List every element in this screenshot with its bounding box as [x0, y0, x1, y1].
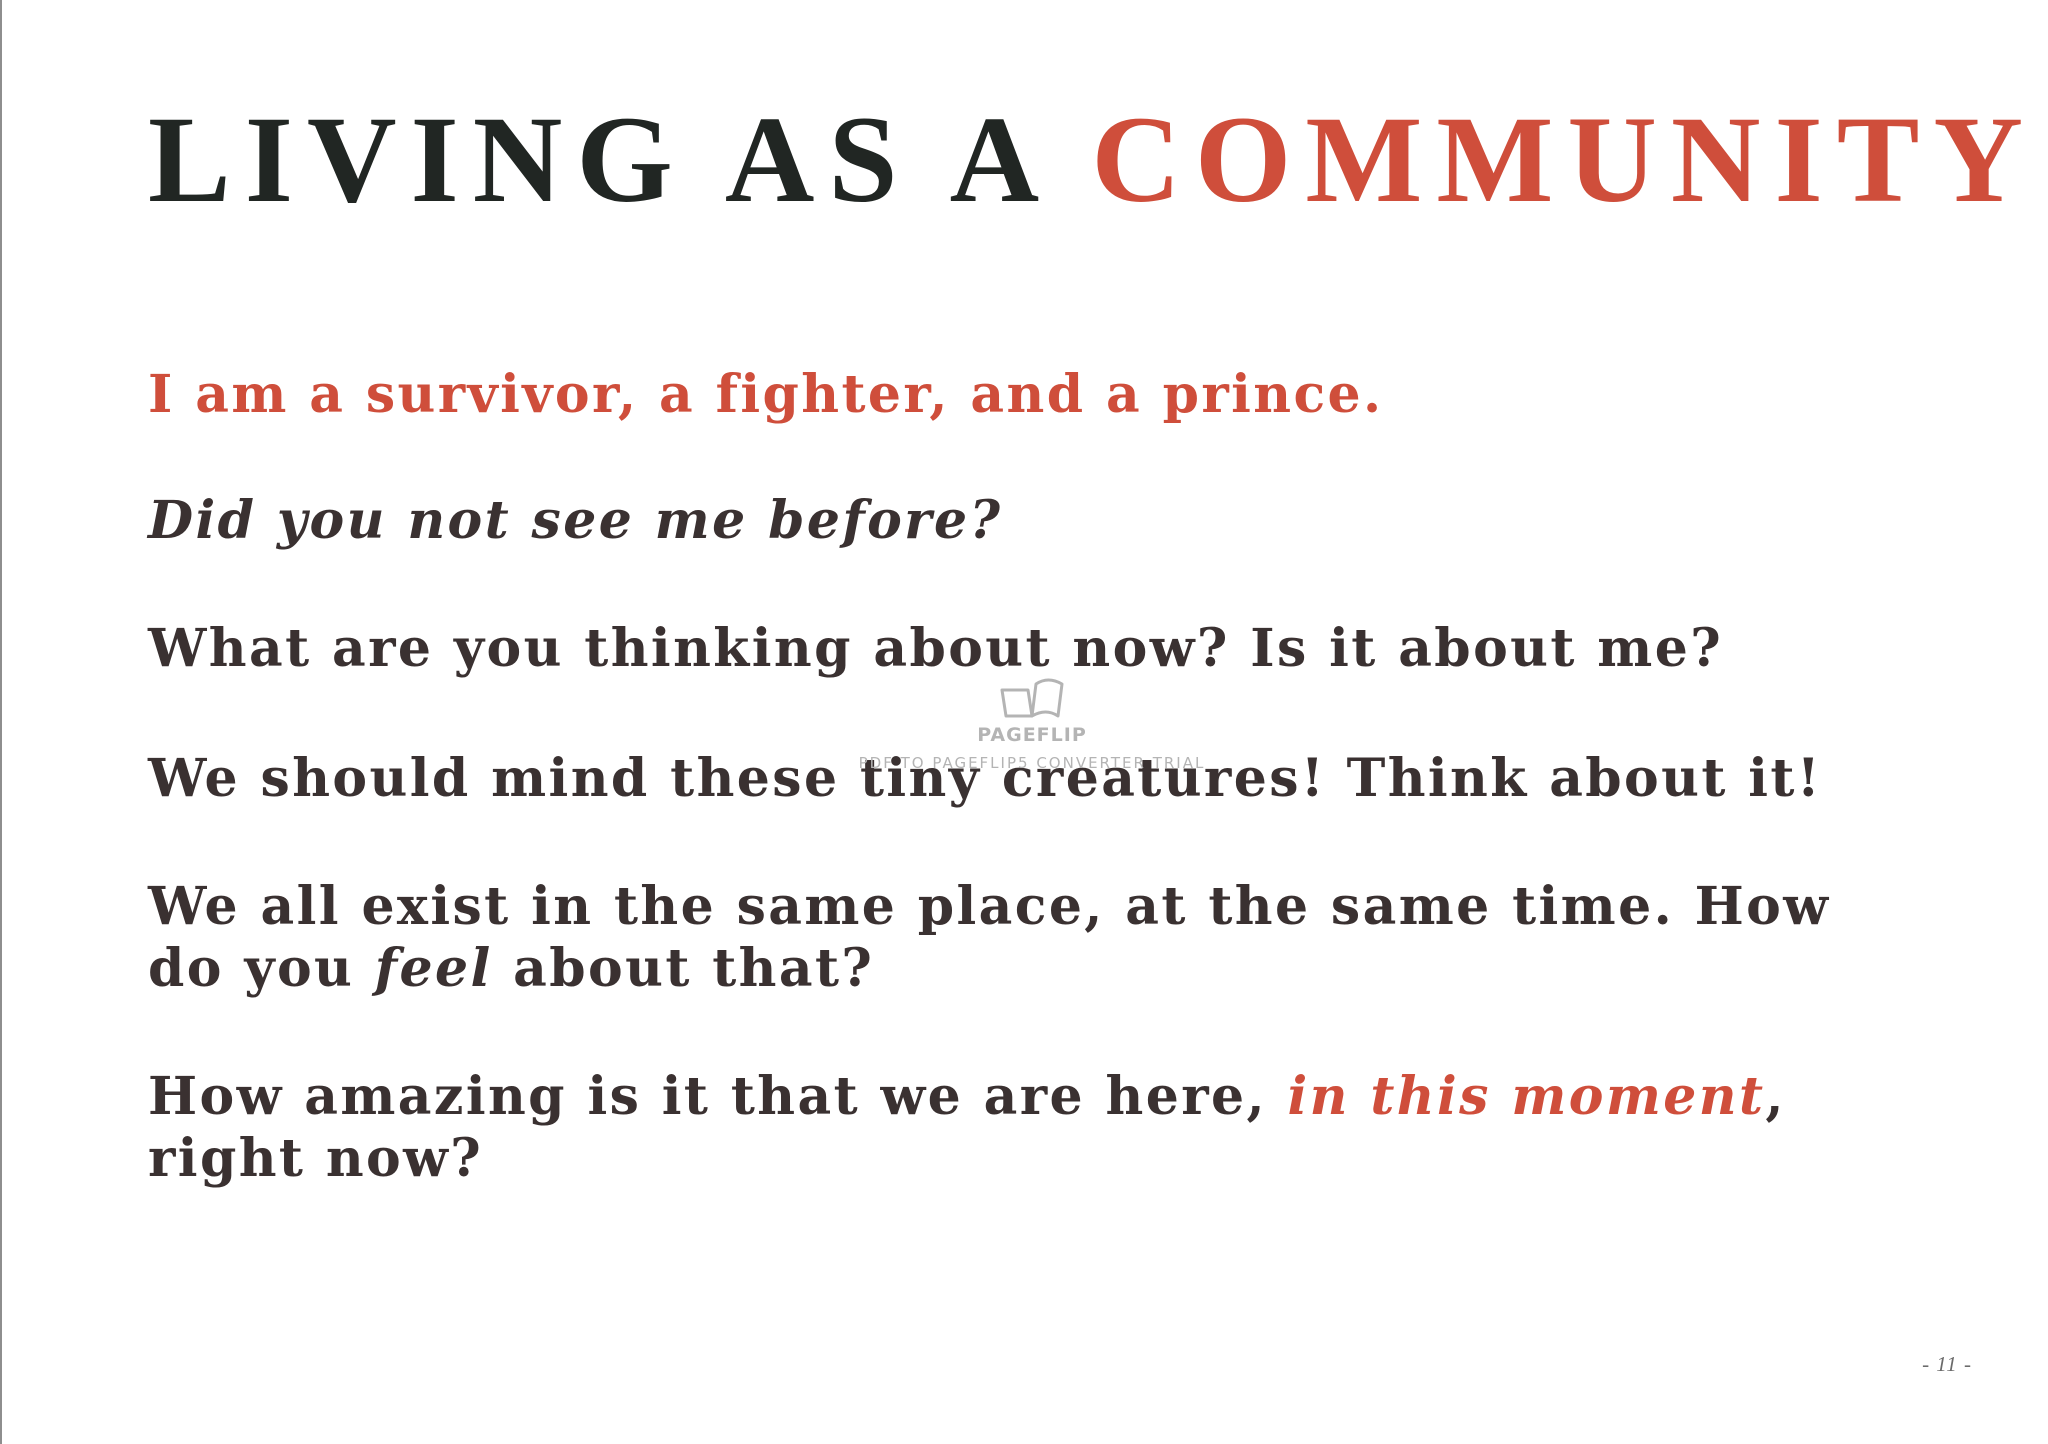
page-number: - 11 -	[1922, 1352, 1972, 1376]
p6-text-before: How amazing is it that we are here,	[148, 1066, 1288, 1127]
title-accent: COMMUNITY	[1091, 91, 2037, 228]
pageflip-watermark: PAGEFLIP PDF TO PAGEFLIP5 CONVERTER TRIA…	[852, 678, 1212, 772]
watermark-subtitle: PDF TO PAGEFLIP5 CONVERTER TRIAL	[858, 754, 1206, 772]
p6-emphasis: in this moment	[1287, 1066, 1766, 1127]
page-title: LIVING AS A COMMUNITY	[148, 98, 2037, 222]
p5-emphasis: feel	[374, 938, 493, 999]
paragraph-see-me: Did you not see me before?	[148, 490, 1003, 551]
paragraph-survivor: I am a survivor, a fighter, and a prince…	[148, 364, 1384, 425]
paragraph-this-moment: How amazing is it that we are here, in t…	[148, 1066, 1908, 1190]
paragraph-same-place: We all exist in the same place, at the s…	[148, 876, 1908, 1000]
document-page: LIVING AS A COMMUNITY I am a survivor, a…	[0, 0, 2048, 1444]
p5-text-after: about that?	[492, 938, 875, 999]
open-book-icon	[1000, 678, 1064, 718]
watermark-name: PAGEFLIP	[977, 724, 1087, 746]
title-main: LIVING AS A	[148, 91, 1092, 228]
paragraph-thinking: What are you thinking about now? Is it a…	[148, 618, 1724, 679]
